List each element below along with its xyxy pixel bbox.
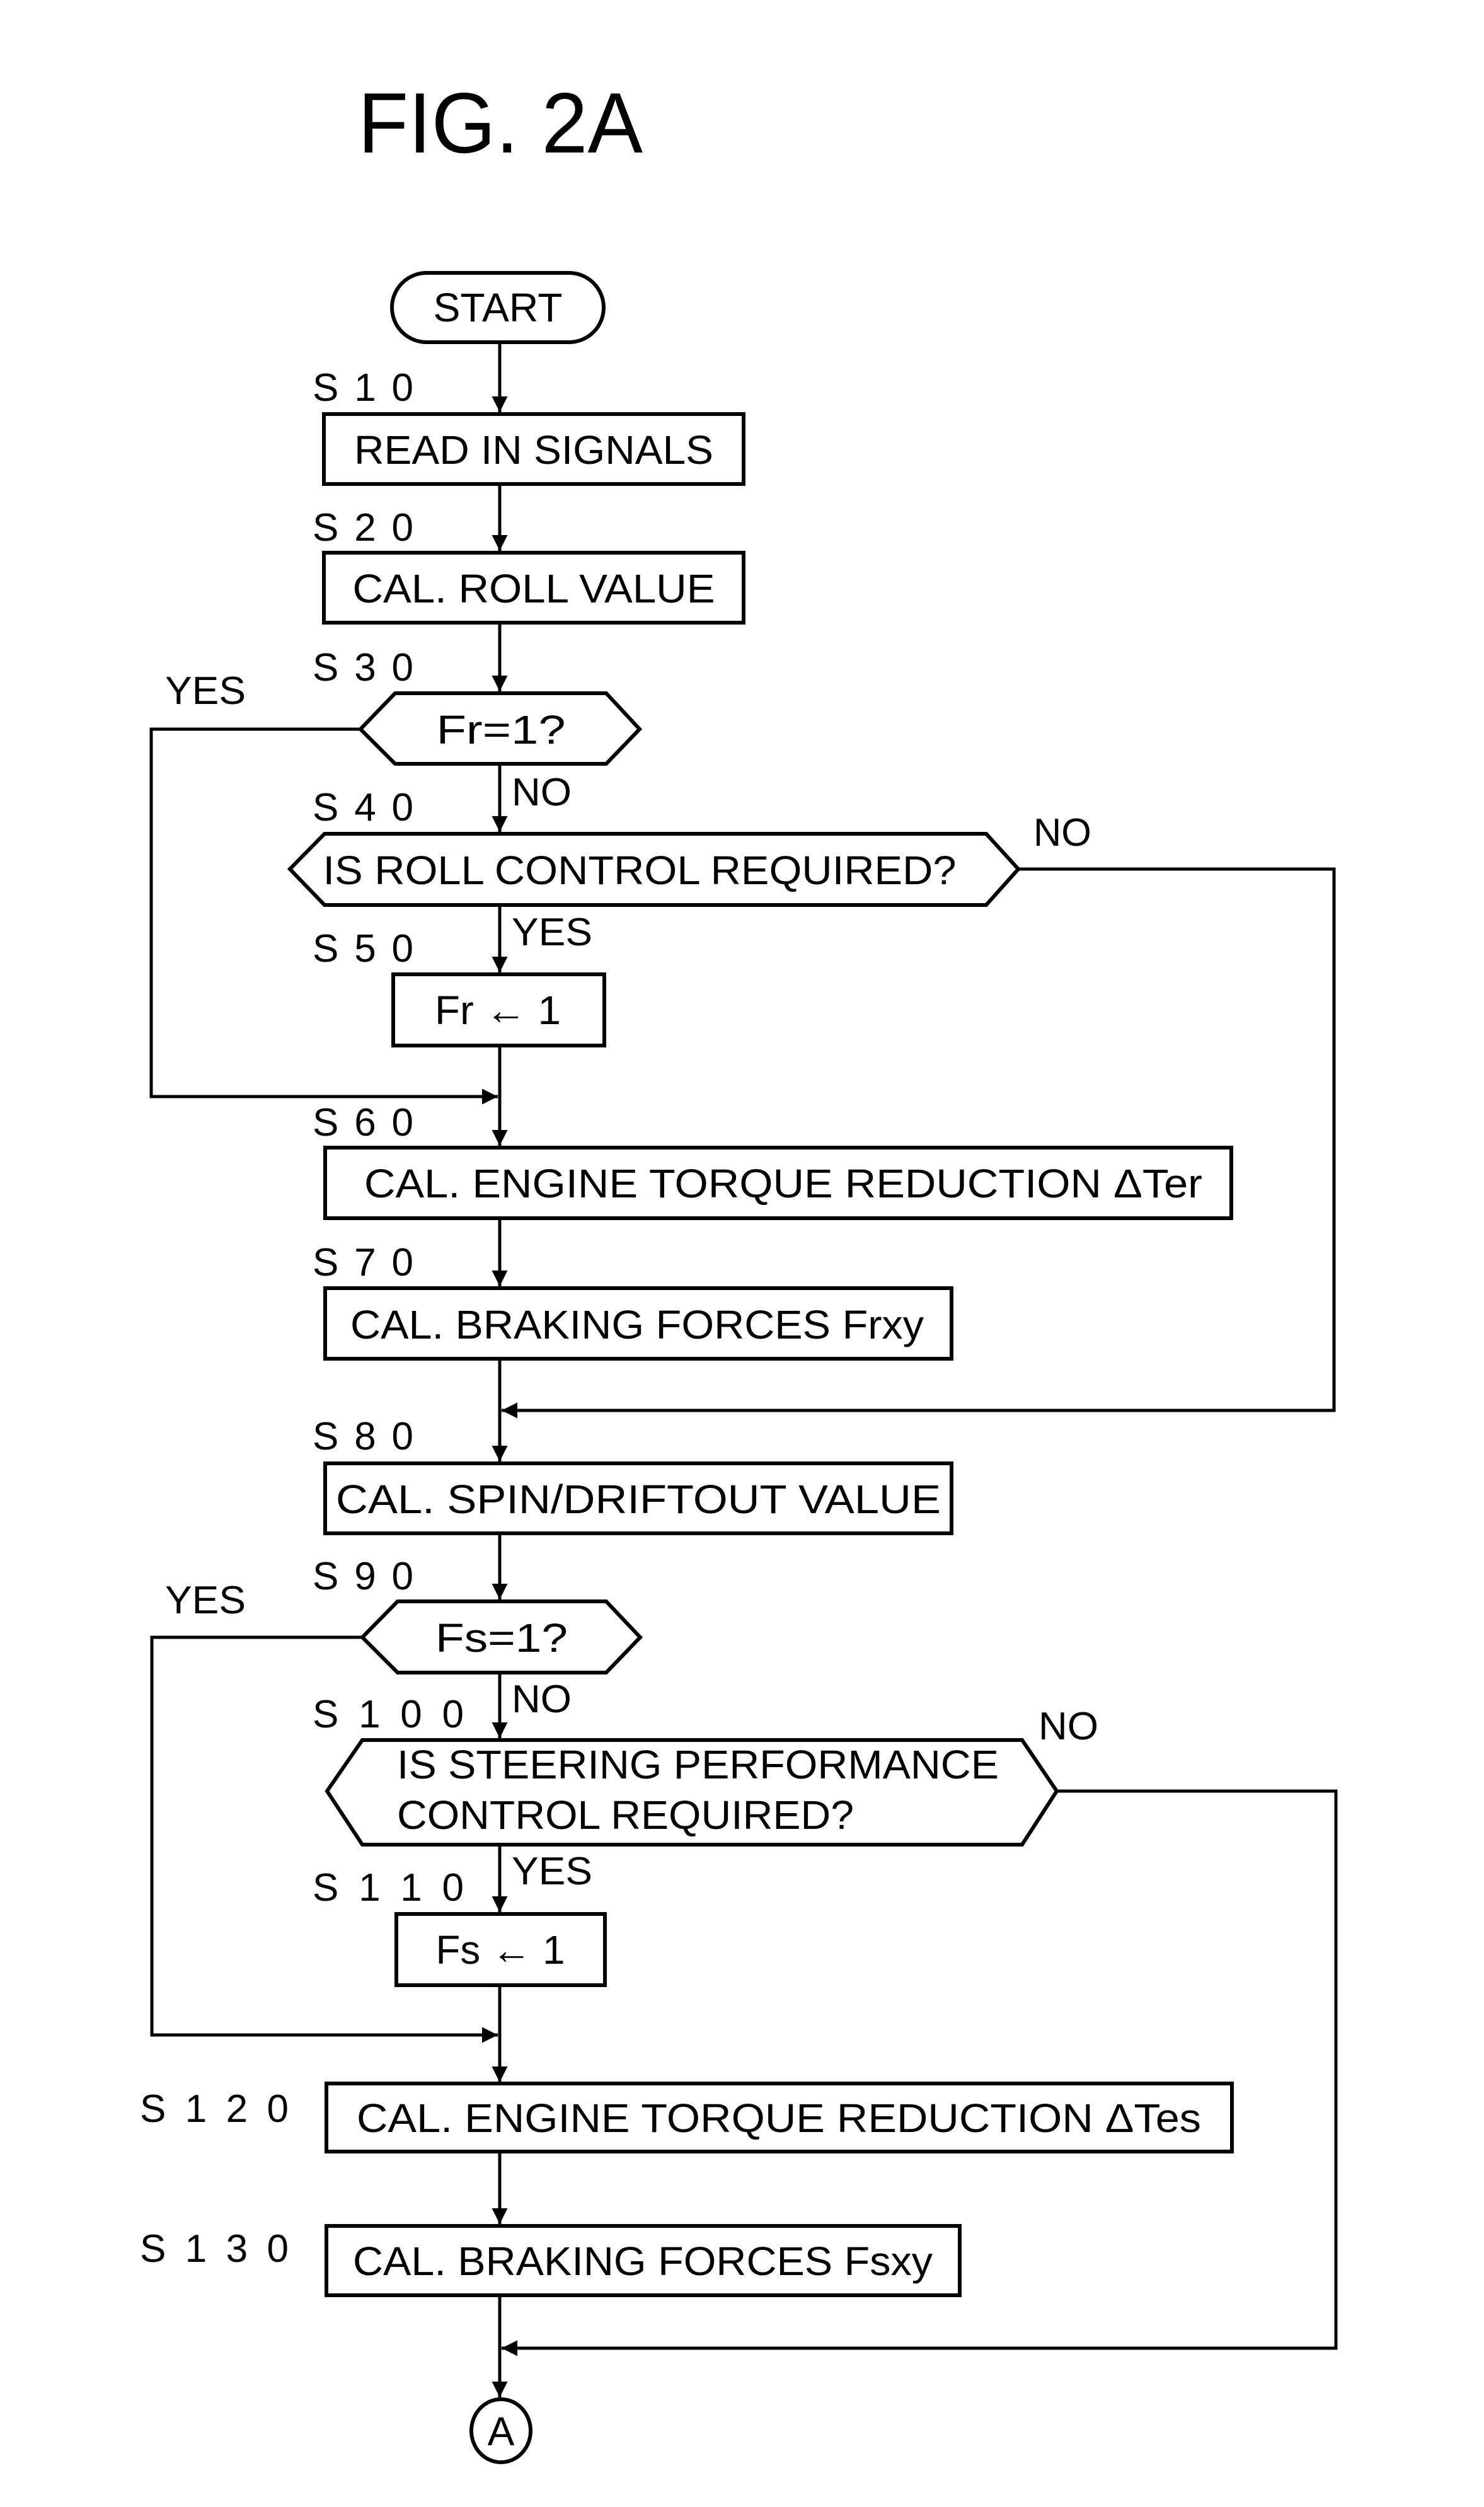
process-box-s120: CAL. ENGINE TORQUE REDUCTION ΔTes <box>325 2082 1234 2153</box>
s30-yes-label: YES <box>165 669 246 713</box>
offpage-connector-a: A <box>469 2397 532 2464</box>
step-id-s30: S 3 0 <box>313 646 413 689</box>
step-id-s70: S 7 0 <box>313 1241 413 1284</box>
process-box-s10: READ IN SIGNALS <box>322 412 745 486</box>
figure-title: FIG. 2A <box>358 75 643 171</box>
process-box-s130: CAL. BRAKING FORCES Fsxy <box>325 2224 962 2297</box>
decision-text-s30: Fr=1? <box>437 707 566 752</box>
process-text-s110: Fs ← 1 <box>436 1927 565 1973</box>
process-box-s70: CAL. BRAKING FORCES Frxy <box>323 1286 953 1361</box>
s90-no-label: NO <box>512 1678 572 1721</box>
decision-s100: IS STEERING PERFORMANCE CONTROL REQUIRED… <box>325 1738 1059 1847</box>
process-text-s50: Fr ← 1 <box>435 988 561 1033</box>
s100-yes-label: YES <box>512 1850 592 1893</box>
s90-yes-label: YES <box>165 1579 246 1622</box>
connector-label: A <box>488 2409 515 2454</box>
s100-no-label: NO <box>1038 1705 1098 1748</box>
flowchart: FIG. 2A START S 1 0 READ IN SIGNALS S 2 … <box>140 75 1338 2464</box>
process-text-s70: CAL. BRAKING FORCES Frxy <box>350 1302 924 1347</box>
process-text-s60: CAL. ENGINE TORQUE REDUCTION ΔTer <box>364 1161 1202 1206</box>
start-terminator: START <box>390 271 606 344</box>
process-box-s20: CAL. ROLL VALUE <box>322 551 745 625</box>
step-id-s80: S 8 0 <box>313 1415 413 1458</box>
step-id-s50: S 5 0 <box>313 927 413 971</box>
process-box-s60: CAL. ENGINE TORQUE REDUCTION ΔTer <box>323 1146 1233 1220</box>
decision-text-s40: IS ROLL CONTROL REQUIRED? <box>323 848 957 893</box>
decision-text-s100-line2: CONTROL REQUIRED? <box>397 1792 854 1838</box>
process-text-s120: CAL. ENGINE TORQUE REDUCTION ΔTes <box>357 2095 1201 2141</box>
step-id-s10: S 1 0 <box>313 366 413 410</box>
decision-s30: Fr=1? <box>357 691 643 766</box>
decision-s90: Fs=1? <box>359 1599 643 1674</box>
process-text-s80: CAL. SPIN/DRIFTOUT VALUE <box>336 1477 941 1522</box>
process-box-s50: Fr ← 1 <box>391 972 606 1047</box>
process-text-s20: CAL. ROLL VALUE <box>353 566 715 611</box>
s30-no-label: NO <box>512 771 572 814</box>
s40-yes-label: YES <box>512 911 592 954</box>
step-id-s100: S 1 0 0 <box>313 1693 464 1736</box>
decision-text-s100-line1: IS STEERING PERFORMANCE <box>397 1742 999 1787</box>
s40-no-label: NO <box>1033 811 1091 855</box>
step-id-s130: S 1 3 0 <box>140 2227 289 2271</box>
step-id-s20: S 2 0 <box>313 506 413 550</box>
step-id-s40: S 4 0 <box>313 786 413 829</box>
process-text-s10: READ IN SIGNALS <box>354 427 713 473</box>
step-id-s110: S 1 1 0 <box>313 1866 464 1910</box>
process-box-s110: Fs ← 1 <box>394 1912 607 1987</box>
decision-text-s90: Fs=1? <box>435 1615 568 1661</box>
process-text-s130: CAL. BRAKING FORCES Fsxy <box>353 2239 933 2284</box>
decision-s40: IS ROLL CONTROL REQUIRED? <box>287 832 1021 907</box>
step-id-s90: S 9 0 <box>313 1555 413 1598</box>
step-id-s60: S 6 0 <box>313 1101 413 1144</box>
process-box-s80: CAL. SPIN/DRIFTOUT VALUE <box>323 1461 953 1535</box>
step-id-s120: S 1 2 0 <box>140 2087 289 2131</box>
start-label: START <box>434 285 563 330</box>
